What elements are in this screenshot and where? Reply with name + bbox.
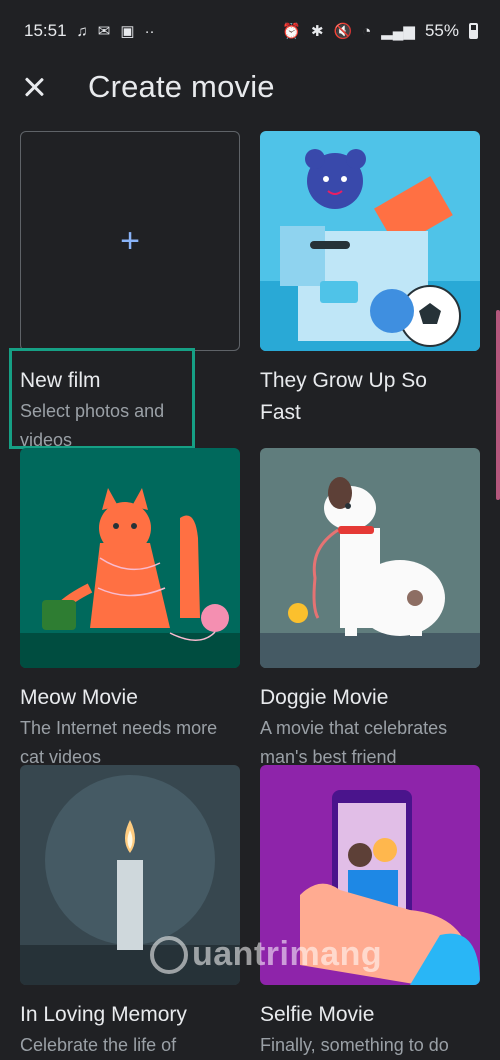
bluetooth-icon: ✱: [310, 23, 324, 40]
wifi-icon: ◔: [362, 22, 372, 40]
card-title: Doggie Movie: [260, 686, 389, 709]
close-button[interactable]: [20, 73, 48, 101]
bulb-icon: [150, 935, 188, 974]
in-loving-memory-card[interactable]: In Loving Memory Celebrate the life of: [20, 765, 240, 1060]
alarm-icon: ⏰: [282, 23, 301, 40]
image-icon: ▣: [120, 23, 135, 40]
mute-icon: 🔇: [333, 23, 353, 40]
meow-movie-card[interactable]: Meow Movie The Internet needs more cat v…: [20, 448, 240, 772]
card-title: They Grow Up So Fast: [260, 369, 427, 424]
music-note-icon: ♫: [76, 22, 88, 40]
card-subtitle: The Internet needs more cat videos: [20, 718, 218, 767]
email-icon: ✉: [97, 23, 111, 40]
dog-illustration: [260, 448, 480, 668]
status-left: 15:51 ♫ ✉ ▣ ··: [24, 21, 155, 41]
more-dots-icon: ··: [144, 22, 155, 40]
doggie-movie-thumbnail[interactable]: [260, 448, 480, 668]
card-subtitle: A movie that celebrates man's best frien…: [260, 718, 448, 767]
doggie-movie-card[interactable]: Doggie Movie A movie that celebrates man…: [260, 448, 480, 772]
plus-icon: +: [120, 222, 140, 260]
watermark-logo: uantrimang: [150, 935, 382, 974]
status-bar: 15:51 ♫ ✉ ▣ ·· ⏰ ✱ 🔇 ◔ ▂▄▆ 55%: [0, 0, 500, 62]
scroll-indicator[interactable]: [496, 310, 500, 500]
status-time: 15:51: [24, 21, 67, 40]
cat-illustration: [20, 448, 240, 668]
signal-icon: ▂▄▆: [381, 23, 415, 40]
meow-movie-thumbnail[interactable]: [20, 448, 240, 668]
selfie-movie-card[interactable]: Selfie Movie Finally, something to do: [260, 765, 480, 1060]
watermark-text: uantrimang: [192, 935, 383, 973]
new-film-thumbnail[interactable]: +: [20, 131, 240, 351]
page-title: Create movie: [88, 69, 275, 104]
battery-percent: 55%: [424, 21, 459, 40]
they-grow-up-thumbnail[interactable]: [260, 131, 480, 351]
card-title: In Loving Memory: [20, 1003, 187, 1026]
battery-icon: [469, 23, 478, 39]
toy-box-illustration: [260, 131, 480, 351]
card-title: Meow Movie: [20, 686, 138, 709]
app-bar: Create movie: [0, 62, 500, 112]
card-title: Selfie Movie: [260, 1003, 375, 1026]
they-grow-up-card[interactable]: They Grow Up So Fast: [260, 131, 480, 429]
highlight-box: [9, 348, 195, 449]
status-right: ⏰ ✱ 🔇 ◔ ▂▄▆ 55%: [282, 21, 478, 41]
